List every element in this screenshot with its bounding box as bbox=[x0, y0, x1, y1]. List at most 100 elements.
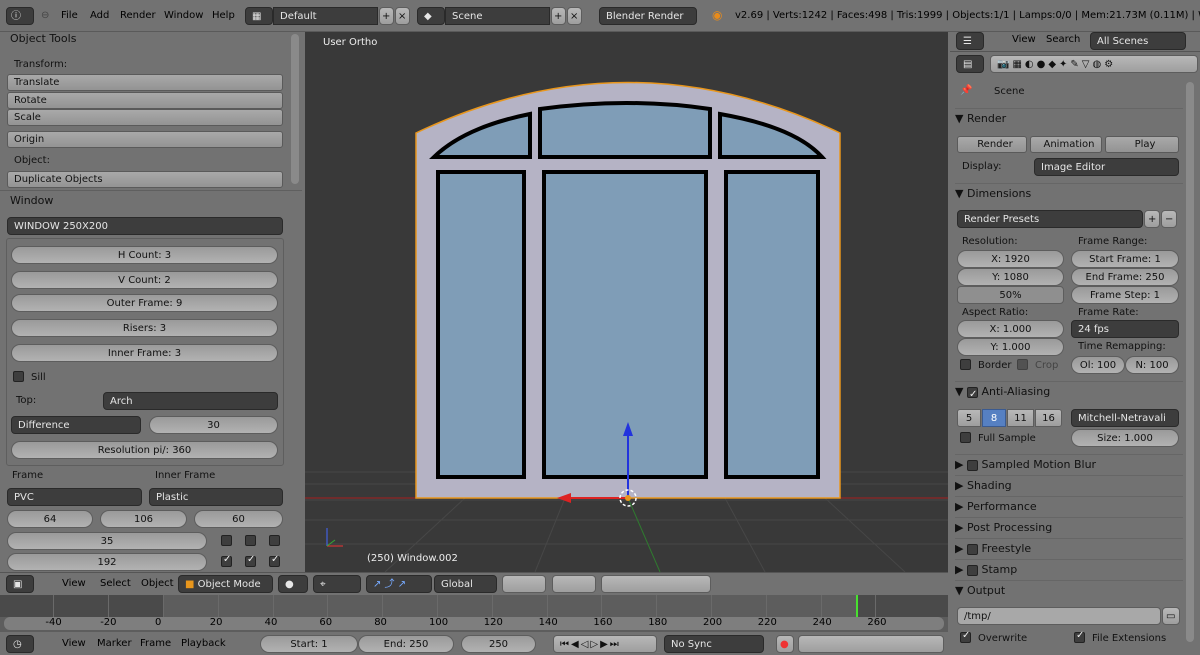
end-frame-prop[interactable]: End Frame: 250 bbox=[1071, 268, 1179, 286]
anti-aliasing-header[interactable]: ▼ Anti-Aliasing bbox=[955, 381, 1183, 405]
add-preset-icon[interactable]: + bbox=[1144, 210, 1160, 228]
menu-object[interactable]: Object bbox=[141, 578, 174, 589]
checkbox-a3[interactable] bbox=[269, 535, 280, 546]
scale-button[interactable]: Scale bbox=[7, 109, 283, 126]
stamp-header[interactable]: ▶ Stamp bbox=[955, 559, 1183, 579]
remap-new-field[interactable]: N: 100 bbox=[1125, 356, 1179, 374]
editor-type-button[interactable]: ⓘ bbox=[6, 7, 34, 25]
checkbox-a2[interactable] bbox=[245, 535, 256, 546]
output-header[interactable]: ▼ Output bbox=[955, 580, 1183, 600]
remove-preset-icon[interactable]: − bbox=[1161, 210, 1177, 228]
render-panel-header[interactable]: ▼ Render bbox=[955, 108, 1183, 128]
top-select[interactable]: Arch bbox=[103, 392, 278, 410]
properties-icon[interactable]: ▤ bbox=[956, 55, 984, 73]
checkbox-a1[interactable] bbox=[221, 535, 232, 546]
layers-1[interactable] bbox=[502, 575, 546, 593]
remove-scene-icon[interactable]: × bbox=[567, 7, 582, 25]
duplicate-objects-button[interactable]: Duplicate Objects bbox=[7, 171, 283, 188]
timeline[interactable]: -40 -20 0 20 40 60 80 100 120 140 160 180 200 220 240 2… bbox=[0, 595, 948, 632]
output-path-input[interactable]: /tmp/ bbox=[957, 607, 1161, 625]
pivot-select[interactable]: ⌖ bbox=[313, 575, 361, 593]
menu-add[interactable]: Add bbox=[90, 10, 109, 21]
scene-icon[interactable]: ◆ bbox=[417, 7, 445, 25]
aspect-x-field[interactable]: X: 1.000 bbox=[957, 320, 1064, 338]
properties-context-tabs[interactable]: 📷▦◐●◆✦✎▽◍⚙ bbox=[990, 55, 1198, 73]
aspect-y-field[interactable]: Y: 1.000 bbox=[957, 338, 1064, 356]
inner-frame-field[interactable]: Inner Frame: 3 bbox=[11, 344, 278, 362]
display-select[interactable]: Image Editor bbox=[1034, 158, 1179, 176]
menu-render[interactable]: Render bbox=[120, 10, 156, 21]
snap-buttons[interactable] bbox=[601, 575, 711, 593]
aa-samples-16[interactable]: 16 bbox=[1035, 409, 1062, 427]
value-field-2[interactable]: 106 bbox=[100, 510, 187, 528]
full-sample-checkbox[interactable] bbox=[960, 432, 971, 443]
add-scene-icon[interactable]: + bbox=[551, 7, 566, 25]
fps-select[interactable]: 24 fps bbox=[1071, 320, 1179, 338]
keying-set-field[interactable] bbox=[798, 635, 944, 653]
sill-checkbox[interactable] bbox=[13, 371, 24, 382]
object-tools-header[interactable]: Object Tools bbox=[10, 32, 76, 45]
mode-value-field[interactable]: 30 bbox=[149, 416, 278, 434]
shading-header[interactable]: ▶ Shading bbox=[955, 475, 1183, 495]
orientation-select[interactable]: Global bbox=[434, 575, 497, 593]
frame-material-select[interactable]: PVC bbox=[7, 488, 142, 506]
sync-select[interactable]: No Sync bbox=[664, 635, 764, 653]
risers-field[interactable]: Risers: 3 bbox=[11, 319, 278, 337]
screen-layout-icon[interactable]: ▦ bbox=[245, 7, 273, 25]
menu-window[interactable]: Window bbox=[164, 10, 203, 21]
menu-playback[interactable]: Playback bbox=[181, 638, 226, 649]
border-checkbox[interactable] bbox=[960, 359, 971, 370]
rotate-button[interactable]: Rotate bbox=[7, 92, 283, 109]
start-frame-field[interactable]: Start: 1 bbox=[260, 635, 358, 653]
manipulator-buttons[interactable]: ↗ ⤴ ↗ bbox=[366, 575, 432, 593]
animation-button[interactable]: Animation bbox=[1030, 136, 1102, 153]
value-field-5[interactable]: 192 bbox=[7, 553, 207, 571]
aa-samples-11[interactable]: 11 bbox=[1007, 409, 1034, 427]
origin-button[interactable]: Origin bbox=[7, 131, 283, 148]
scene-select[interactable]: Scene bbox=[445, 7, 550, 25]
3d-viewport[interactable]: User Ortho (250) Window.002 bbox=[305, 32, 948, 572]
outliner-icon[interactable]: ☰ bbox=[956, 32, 984, 50]
end-frame-field[interactable]: End: 250 bbox=[358, 635, 454, 653]
play-button[interactable]: Play bbox=[1105, 136, 1179, 153]
mode-select[interactable]: Difference bbox=[11, 416, 141, 434]
menu-marker[interactable]: Marker bbox=[97, 638, 132, 649]
scenes-filter-select[interactable]: All Scenes bbox=[1090, 32, 1186, 50]
properties-scrollbar[interactable] bbox=[1186, 82, 1194, 642]
dimensions-panel-header[interactable]: ▼ Dimensions bbox=[955, 183, 1183, 203]
menu-view[interactable]: View bbox=[62, 638, 86, 649]
layers-2[interactable] bbox=[552, 575, 596, 593]
menu-select[interactable]: Select bbox=[100, 578, 131, 589]
window-panel-header[interactable]: Window bbox=[10, 194, 53, 207]
current-frame-marker[interactable] bbox=[856, 595, 858, 617]
freestyle-header[interactable]: ▶ Freestyle bbox=[955, 538, 1183, 558]
outer-frame-field[interactable]: Outer Frame: 9 bbox=[11, 294, 278, 312]
add-layout-icon[interactable]: + bbox=[379, 7, 394, 25]
menu-help[interactable]: Help bbox=[212, 10, 235, 21]
window-preset-select[interactable]: WINDOW 250X200 bbox=[7, 217, 283, 235]
record-icon[interactable]: ● bbox=[776, 635, 794, 653]
remap-old-field[interactable]: Ol: 100 bbox=[1071, 356, 1125, 374]
timeline-ruler[interactable] bbox=[4, 617, 944, 630]
frame-step-prop[interactable]: Frame Step: 1 bbox=[1071, 286, 1179, 304]
editor-type-icon[interactable]: ▣ bbox=[6, 575, 34, 593]
inner-material-select[interactable]: Plastic bbox=[149, 488, 283, 506]
menu-frame[interactable]: Frame bbox=[140, 638, 171, 649]
translate-button[interactable]: Translate bbox=[7, 74, 283, 91]
outliner-view-menu[interactable]: View bbox=[1012, 34, 1036, 45]
timeline-editor-icon[interactable]: ◷ bbox=[6, 635, 34, 653]
file-extensions-checkbox[interactable] bbox=[1074, 630, 1085, 643]
menu-file[interactable]: File bbox=[61, 10, 78, 21]
playback-controls[interactable]: ⏮◀◁▷▶⏭ bbox=[553, 635, 657, 653]
pin-icon[interactable]: 📌 bbox=[960, 85, 972, 96]
post-processing-header[interactable]: ▶ Post Processing bbox=[955, 517, 1183, 537]
render-engine-select[interactable]: Blender Render bbox=[599, 7, 697, 25]
shading-select[interactable]: ● bbox=[278, 575, 308, 593]
folder-icon[interactable]: ▭ bbox=[1162, 607, 1180, 625]
value-field-3[interactable]: 60 bbox=[194, 510, 283, 528]
render-button[interactable]: Render bbox=[957, 136, 1027, 153]
resolution-field[interactable]: Resolution pi/: 360 bbox=[11, 441, 278, 459]
current-frame-field[interactable]: 250 bbox=[461, 635, 536, 653]
checkbox-b1[interactable] bbox=[221, 554, 232, 567]
collapse-icon[interactable]: ⊖ bbox=[41, 10, 49, 21]
